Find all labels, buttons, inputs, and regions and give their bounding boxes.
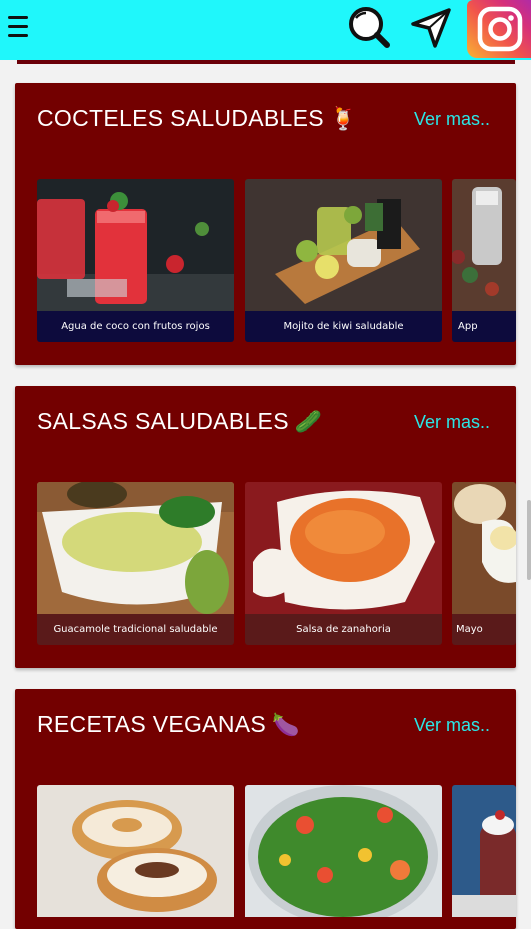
recipe-card[interactable]: Salsa de zanahoria	[245, 482, 442, 645]
card-caption: Mayo	[452, 614, 516, 645]
cocktail-icon: 🍹	[329, 106, 358, 131]
recipe-card[interactable]	[37, 785, 234, 929]
instagram-icon[interactable]	[467, 0, 531, 58]
sauce-photo	[37, 482, 234, 614]
section-cocteles: COCTELES SALUDABLES 🍹 Ver mas.. Agua de c…	[15, 83, 516, 365]
section-salsas: SALSAS SALUDABLES 🥒 Ver mas.. Guacamole t…	[15, 386, 516, 668]
hamburger-menu-icon[interactable]	[8, 14, 30, 40]
recipe-card[interactable]: App	[452, 179, 516, 342]
ver-mas-link[interactable]: Ver mas..	[414, 715, 490, 736]
recipe-card[interactable]: Agua de coco con frutos rojos	[37, 179, 234, 342]
ver-mas-link[interactable]: Ver mas..	[414, 412, 490, 433]
ver-mas-link[interactable]: Ver mas..	[414, 109, 490, 130]
sauce-photo	[245, 482, 442, 614]
recipe-card[interactable]	[452, 785, 516, 929]
scrollbar[interactable]	[527, 500, 531, 580]
recipe-card[interactable]: Guacamole tradicional saludable	[37, 482, 234, 645]
drink-photo	[37, 179, 234, 311]
food-photo	[452, 785, 516, 917]
card-caption: App	[452, 311, 516, 342]
section-edge	[17, 60, 515, 64]
recipe-card[interactable]	[245, 785, 442, 929]
food-photo	[37, 785, 234, 917]
card-caption: Agua de coco con frutos rojos	[37, 311, 234, 342]
cucumber-icon: 🥒	[294, 409, 323, 434]
eggplant-icon: 🍆	[272, 712, 300, 737]
card-caption: Mojito de kiwi saludable	[245, 311, 442, 342]
section-title: COCTELES SALUDABLES 🍹	[37, 105, 358, 131]
recipe-card[interactable]: Mojito de kiwi saludable	[245, 179, 442, 342]
recipe-card[interactable]: Mayo	[452, 482, 516, 645]
sauce-photo	[452, 482, 516, 614]
drink-photo	[245, 179, 442, 311]
card-caption: Salsa de zanahoria	[245, 614, 442, 645]
section-title: RECETAS VEGANAS 🍆	[37, 711, 300, 737]
search-icon[interactable]	[344, 4, 394, 52]
section-title: SALSAS SALUDABLES 🥒	[37, 408, 323, 434]
drink-photo	[452, 179, 516, 311]
top-app-bar	[0, 0, 531, 60]
card-caption: Guacamole tradicional saludable	[37, 614, 234, 645]
section-veganas: RECETAS VEGANAS 🍆 Ver mas..	[15, 689, 516, 929]
food-photo	[245, 785, 442, 917]
navigation-arrow-icon[interactable]	[407, 4, 455, 52]
